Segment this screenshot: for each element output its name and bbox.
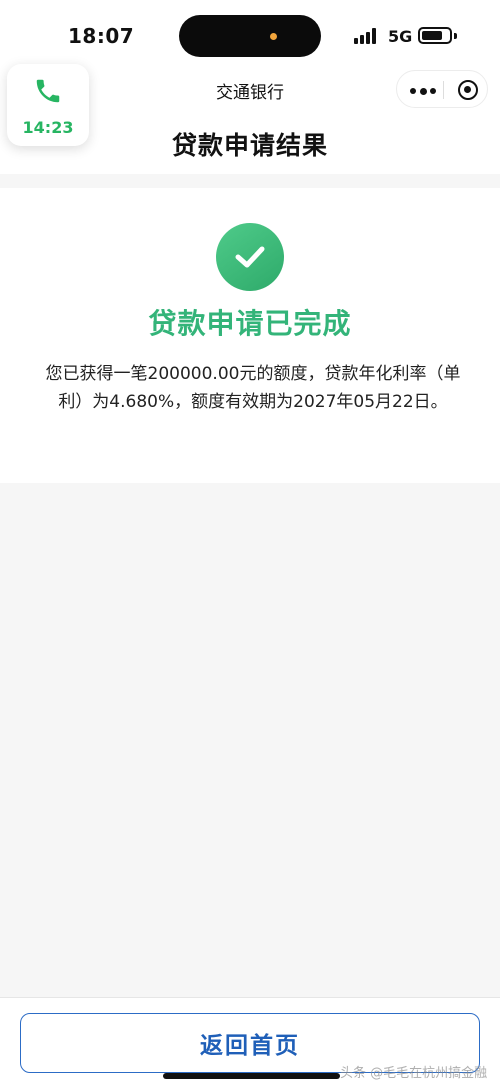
battery-cap [454, 33, 457, 39]
network-type-label: 5G [388, 27, 413, 46]
privacy-indicator-dot [270, 33, 277, 40]
capsule-divider [443, 81, 444, 99]
ongoing-call-widget[interactable]: 14:23 [7, 64, 89, 146]
cellular-signal-icon [354, 28, 380, 44]
home-indicator[interactable] [163, 1073, 340, 1079]
result-message: 您已获得一笔200000.00元的额度，贷款年化利率（单利）为4.680%，额度… [45, 364, 461, 412]
phone-icon [36, 79, 60, 103]
mini-program-capsule [396, 70, 488, 108]
more-options-icon[interactable] [410, 87, 436, 95]
close-mini-program-icon[interactable] [458, 80, 478, 100]
battery-icon [418, 27, 452, 44]
status-bar: 18:07 5G [0, 0, 500, 64]
watermark: 头条 @毛毛在杭州搞金融 [340, 1066, 488, 1081]
success-check-icon [216, 223, 284, 291]
battery-level [422, 31, 442, 40]
bottom-bar: 返回首页 头条 @毛毛在杭州搞金融 [0, 997, 500, 1087]
app-page: 18:07 5G 交通银行 贷款申请结果 14:23 贷款申请已完成 您已获得一… [0, 0, 500, 1087]
status-time: 18:07 [68, 24, 135, 48]
result-heading: 贷款申请已完成 [148, 307, 352, 340]
call-duration: 14:23 [22, 118, 74, 137]
result-card: 贷款申请已完成 您已获得一笔200000.00元的额度，贷款年化利率（单利）为4… [0, 188, 500, 483]
dynamic-island [179, 15, 321, 57]
